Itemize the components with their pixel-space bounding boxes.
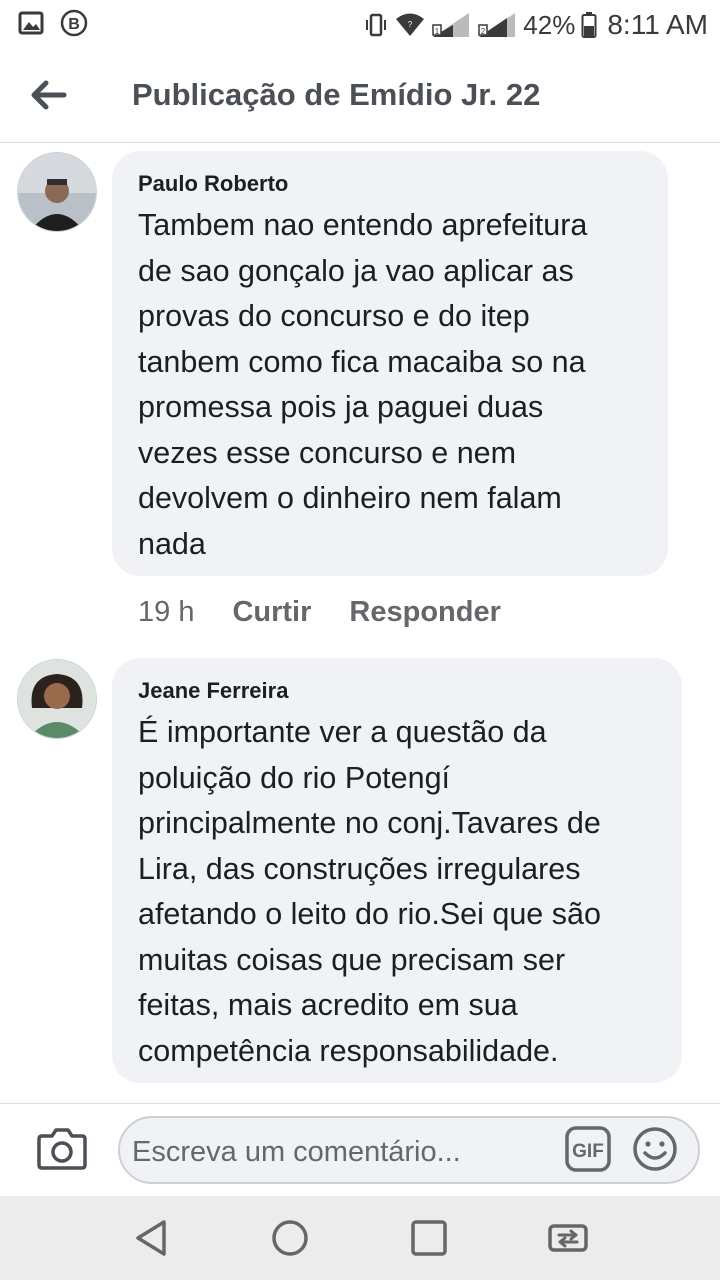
comment-text: É importante ver a questão da poluição d… xyxy=(138,715,601,1068)
comment-composer: Escreva um comentário... GIF xyxy=(0,1103,720,1196)
comment-input-placeholder: Escreva um comentário... xyxy=(132,1136,461,1168)
avatar[interactable] xyxy=(17,659,97,739)
nav-switch-icon[interactable] xyxy=(546,1216,590,1260)
comment-text: Tambem nao entendo aprefeitura de sao go… xyxy=(138,208,588,561)
b-badge-icon: B xyxy=(60,9,88,37)
emoji-icon[interactable] xyxy=(632,1126,678,1172)
nav-back-icon[interactable] xyxy=(130,1216,174,1260)
nav-recents-icon[interactable] xyxy=(407,1216,451,1260)
wifi-icon: ? xyxy=(396,13,425,36)
battery-percent: 42% xyxy=(523,9,576,40)
page-title: Publicação de Emídio Jr. 22 xyxy=(132,77,541,112)
svg-text:B: B xyxy=(68,16,80,33)
comment-bubble[interactable]: Paulo Roberto Tambem nao entendo aprefei… xyxy=(112,151,668,576)
svg-text:1: 1 xyxy=(435,27,440,36)
comment-timestamp[interactable]: 19 h xyxy=(138,596,194,629)
image-icon xyxy=(18,11,44,35)
svg-text:2: 2 xyxy=(481,27,486,36)
svg-text:GIF: GIF xyxy=(572,1141,604,1162)
vibrate-icon xyxy=(366,13,387,37)
comment-input[interactable]: Escreva um comentário... GIF xyxy=(118,1116,700,1184)
comment-actions: 19 h Curtir Responder xyxy=(138,592,539,632)
status-bar: B ? 1 2 42% 8:11 AM xyxy=(0,0,720,50)
clock: 8:11 AM xyxy=(607,9,708,40)
system-navigation-bar xyxy=(0,1196,720,1280)
comment-author[interactable]: Paulo Roberto xyxy=(138,171,288,197)
camera-icon[interactable] xyxy=(36,1124,88,1172)
comment-bubble[interactable]: Jeane Ferreira É importante ver a questã… xyxy=(112,658,682,1083)
page-header: Publicação de Emídio Jr. 22 xyxy=(0,50,720,143)
back-arrow-icon[interactable] xyxy=(26,72,72,118)
battery-icon xyxy=(581,12,597,38)
signal-sim2-icon: 2 xyxy=(478,13,516,37)
comment-author[interactable]: Jeane Ferreira xyxy=(138,678,288,704)
svg-text:?: ? xyxy=(408,20,413,29)
avatar[interactable] xyxy=(17,152,97,232)
signal-sim1-icon: 1 xyxy=(432,13,470,37)
nav-home-icon[interactable] xyxy=(268,1216,312,1260)
gif-icon[interactable]: GIF xyxy=(564,1125,612,1173)
reply-button[interactable]: Responder xyxy=(349,596,500,629)
like-button[interactable]: Curtir xyxy=(232,596,311,629)
